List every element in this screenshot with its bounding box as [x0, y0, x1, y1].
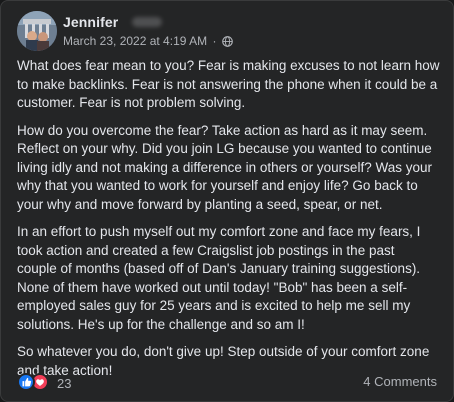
- post-body: What does fear mean to you? Fear is maki…: [17, 57, 443, 389]
- post-card: Jennifer March 23, 2022 at 4:19 AM · Wha…: [0, 0, 454, 402]
- post-footer: 23 4 Comments: [17, 371, 437, 393]
- post-paragraph: How do you overcome the fear? Take actio…: [17, 122, 432, 212]
- post-header: Jennifer March 23, 2022 at 4:19 AM ·: [17, 11, 441, 51]
- like-icon: [17, 373, 35, 391]
- author-avatar[interactable]: [17, 11, 57, 51]
- globe-icon[interactable]: [221, 36, 233, 47]
- author-name[interactable]: Jennifer: [63, 14, 118, 30]
- avatar-photo-icon: [17, 11, 57, 51]
- meta-separator: ·: [212, 34, 217, 48]
- post-paragraph: In an effort to push myself out my comfo…: [17, 224, 421, 332]
- reaction-count[interactable]: 23: [57, 376, 71, 391]
- post-paragraph: What does fear mean to you? Fear is maki…: [17, 58, 440, 110]
- comments-count-link[interactable]: 4 Comments: [363, 374, 437, 389]
- post-timestamp[interactable]: March 23, 2022 at 4:19 AM: [63, 34, 207, 48]
- redacted-surname: [132, 17, 162, 27]
- post-meta: March 23, 2022 at 4:19 AM ·: [63, 34, 233, 48]
